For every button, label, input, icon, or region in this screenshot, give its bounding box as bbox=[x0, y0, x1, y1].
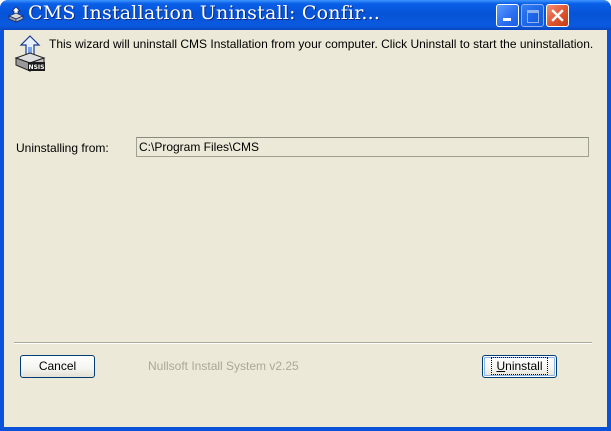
close-icon bbox=[551, 9, 564, 22]
svg-text:NSIS: NSIS bbox=[29, 64, 45, 71]
maximize-button bbox=[521, 4, 544, 27]
title-bar[interactable]: CMS Installation Uninstall: Confir... bbox=[0, 0, 611, 30]
uninstall-accelerator: U bbox=[496, 359, 506, 373]
uninstall-button-label: Uninstall bbox=[491, 357, 548, 375]
uninstall-path-field[interactable]: C:\Program Files\CMS bbox=[136, 137, 589, 157]
branding-text: Nullsoft Install System v2.25 bbox=[148, 359, 299, 373]
nsis-installer-icon: NSIS bbox=[14, 35, 46, 72]
cancel-button[interactable]: Cancel bbox=[20, 355, 95, 378]
uninstall-path-label: Uninstalling from: bbox=[16, 141, 109, 155]
close-button[interactable] bbox=[546, 4, 569, 27]
minimize-button[interactable] bbox=[496, 4, 519, 27]
uninstall-window: CMS Installation Uninstall: Confir... NS… bbox=[0, 0, 611, 431]
window-title: CMS Installation Uninstall: Confir... bbox=[28, 2, 381, 24]
uninstall-button[interactable]: Uninstall bbox=[482, 355, 557, 378]
footer-divider bbox=[14, 342, 592, 344]
intro-text: This wizard will uninstall CMS Installat… bbox=[49, 37, 594, 51]
uninstall-label-rest: ninstall bbox=[505, 359, 543, 373]
nsis-setup-icon bbox=[7, 6, 25, 23]
